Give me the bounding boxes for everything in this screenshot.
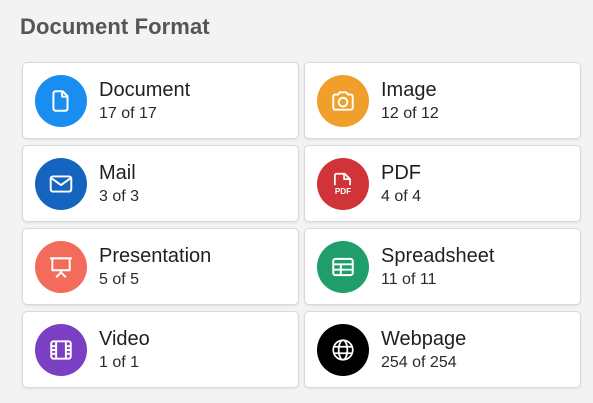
format-label: Video: [99, 327, 150, 350]
format-card-document[interactable]: Document 17 of 17: [22, 62, 299, 139]
format-count: 3 of 3: [99, 187, 140, 205]
format-label: Presentation: [99, 244, 212, 267]
format-card-webpage[interactable]: Webpage 254 of 254: [304, 311, 581, 388]
format-count: 11 of 11: [381, 270, 437, 288]
format-card-video[interactable]: Video 1 of 1: [22, 311, 299, 388]
format-label: Image: [381, 78, 437, 101]
format-label: Document: [99, 78, 191, 101]
format-count: 1 of 1: [99, 353, 140, 371]
format-card-spreadsheet[interactable]: Spreadsheet 11 of 11: [304, 228, 581, 305]
format-count: 17 of 17: [99, 104, 157, 122]
section-title: Document Format: [20, 14, 210, 39]
format-card-presentation[interactable]: Presentation 5 of 5: [22, 228, 299, 305]
format-count: 5 of 5: [99, 270, 140, 288]
format-label: Webpage: [381, 327, 467, 350]
format-card-pdf[interactable]: PDF PDF 4 of 4: [304, 145, 581, 222]
spreadsheet-icon: [317, 240, 369, 293]
document-format-panel: Document Format Document 17 of 17 Image …: [0, 0, 593, 403]
camera-icon: [317, 74, 369, 127]
format-card-grid: Document 17 of 17 Image 12 of 12 Mail 3 …: [22, 62, 581, 388]
format-count: 4 of 4: [381, 187, 422, 205]
format-label: PDF: [381, 161, 421, 184]
pdf-icon-text: PDF: [335, 186, 351, 195]
video-icon: [35, 323, 87, 376]
format-count: 12 of 12: [381, 104, 439, 122]
presentation-icon: [35, 240, 87, 293]
globe-icon: [317, 323, 369, 376]
format-label: Spreadsheet: [381, 244, 495, 267]
format-card-mail[interactable]: Mail 3 of 3: [22, 145, 299, 222]
mail-icon: [35, 157, 87, 210]
format-card-image[interactable]: Image 12 of 12: [304, 62, 581, 139]
format-count: 254 of 254: [381, 353, 457, 371]
document-icon: [35, 74, 87, 127]
format-label: Mail: [99, 161, 136, 184]
pdf-icon: PDF: [317, 157, 369, 210]
